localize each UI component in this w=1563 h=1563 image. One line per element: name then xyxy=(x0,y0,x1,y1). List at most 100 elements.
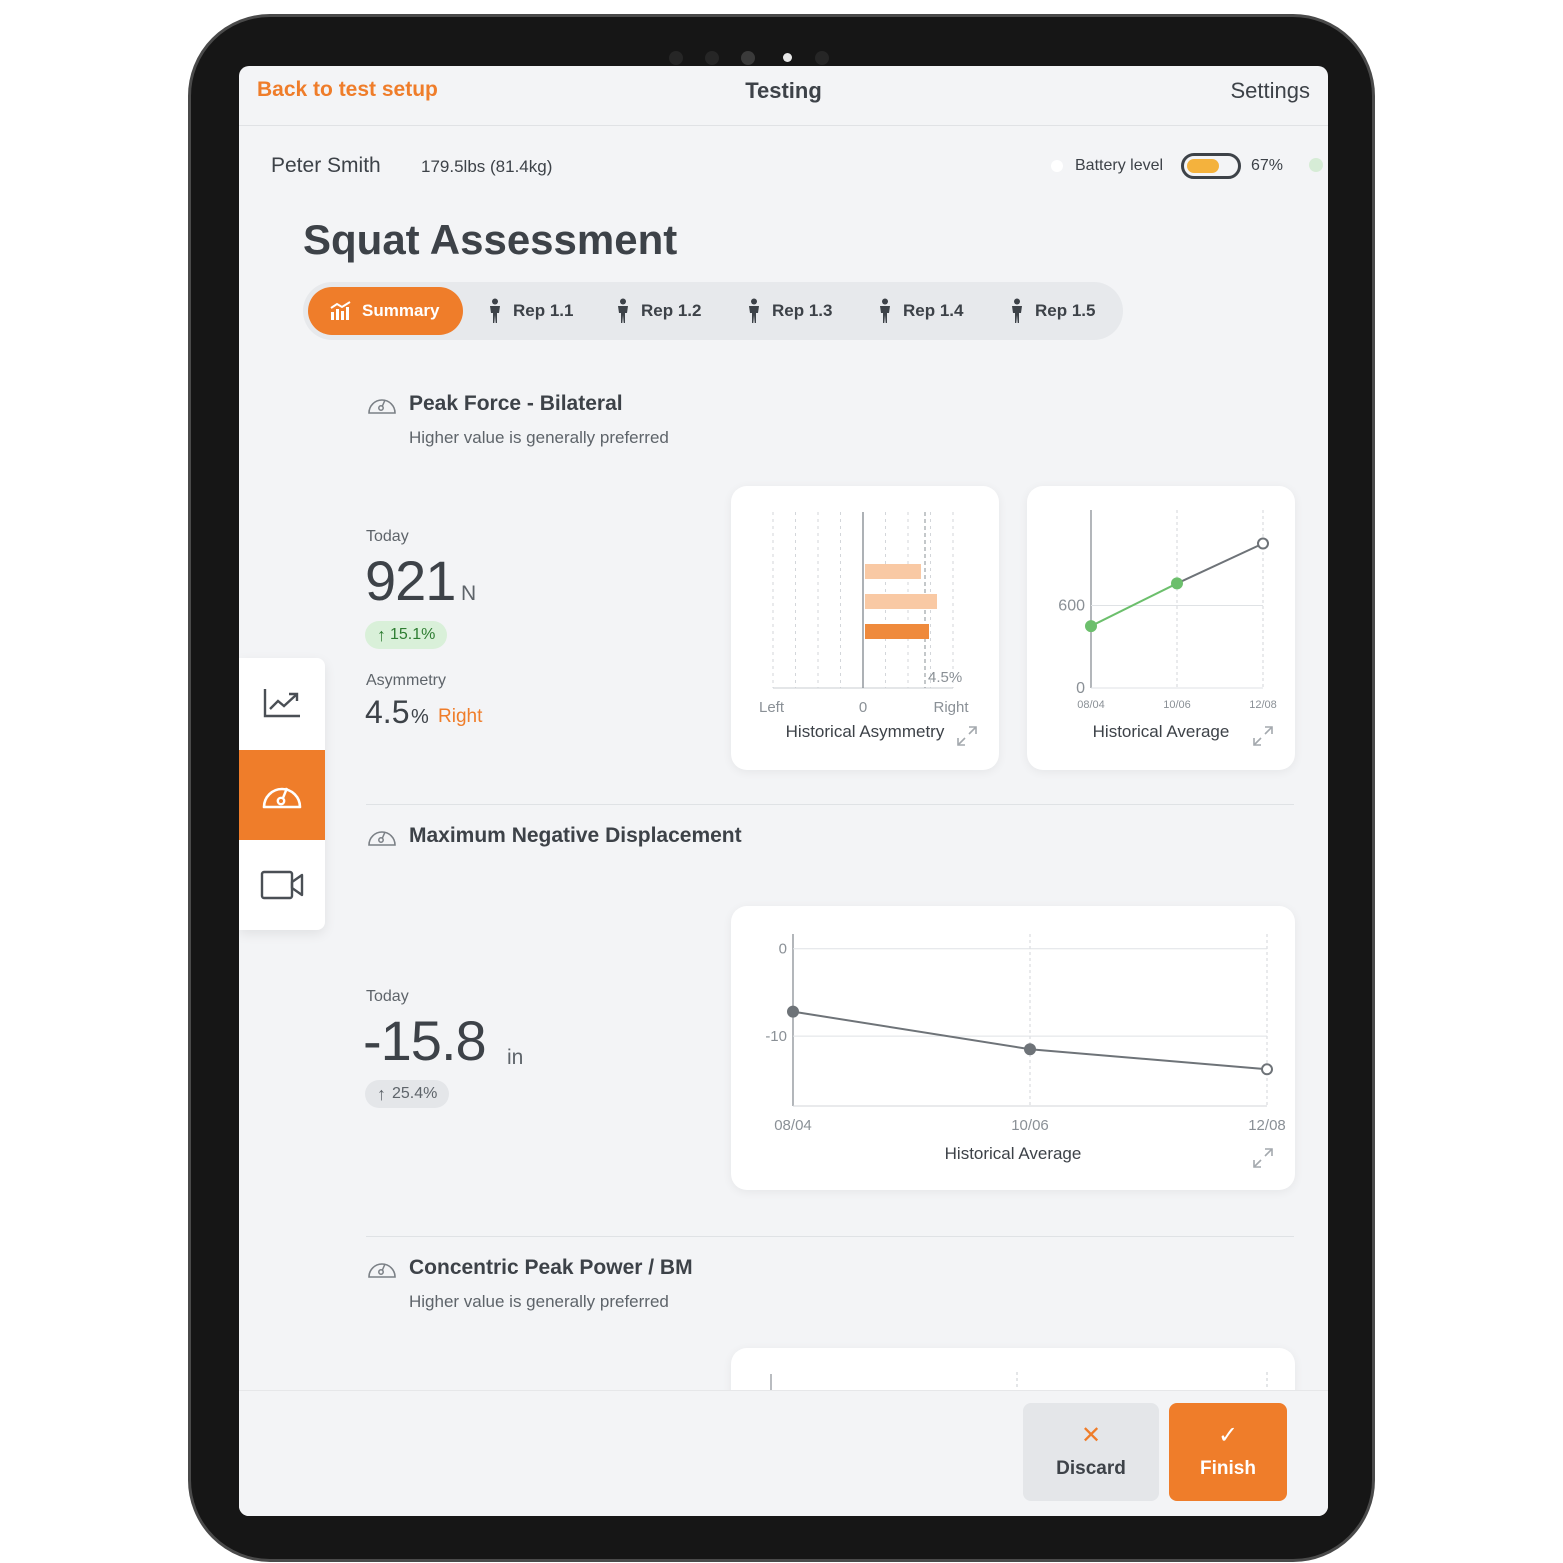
peak-force-header: Peak Force - Bilateral xyxy=(367,392,623,416)
expand-icon[interactable] xyxy=(1251,724,1275,748)
camera-led-icon xyxy=(783,53,792,62)
camera-sensor-icon xyxy=(815,51,829,65)
tab-label: Rep 1.5 xyxy=(1035,301,1096,320)
card-title: Historical Average xyxy=(944,1144,1082,1163)
x-tick-label: 10/06 xyxy=(1011,1117,1049,1134)
series-line-latest xyxy=(1029,1048,1268,1071)
person-icon xyxy=(749,298,759,323)
camera-sensor-icon xyxy=(669,51,683,65)
asymmetry-unit: % xyxy=(411,706,429,728)
tab-label: Rep 1.1 xyxy=(513,301,574,320)
gauge-icon xyxy=(368,1263,396,1278)
app-screen: Back to test setup Testing Settings Pete… xyxy=(239,66,1328,1516)
tab-rep-1-3[interactable]: Rep 1.3 xyxy=(746,287,832,335)
annotation-label: 4.5% xyxy=(928,669,962,686)
tab-rep-1-2[interactable]: Rep 1.2 xyxy=(615,287,701,335)
section-subtitle: Higher value is generally preferred xyxy=(409,428,669,447)
battery-label: Battery level xyxy=(1075,157,1164,174)
asymmetry-bar xyxy=(865,624,929,639)
neg-displacement-history-chart: 0 -10 08/04 10/06 12/08 xyxy=(765,934,1286,1134)
gauge-icon xyxy=(368,831,396,846)
battery-fill xyxy=(1187,159,1220,173)
camera-sensor-icon xyxy=(705,51,719,65)
data-point xyxy=(1171,577,1183,590)
series-line-latest xyxy=(1176,542,1264,585)
historical-asymmetry-card[interactable]: 4.5% Left 0 Right Historical Asymmetry xyxy=(731,486,999,770)
neg-displacement-change-badge: ↑ 25.4% xyxy=(365,1080,450,1108)
arrow-up-icon: ↑ xyxy=(377,624,386,645)
conc-power-header: Concentric Peak Power / BM xyxy=(367,1256,693,1280)
asymmetry-bar xyxy=(865,594,937,609)
person-icon xyxy=(618,298,628,323)
video-view-button[interactable] xyxy=(239,840,325,930)
peak-force-value: 921 xyxy=(365,549,456,612)
battery-percent: 67% xyxy=(1251,157,1284,174)
status-dot-icon xyxy=(1051,160,1063,172)
finish-button[interactable]: ✓ Finish xyxy=(1169,1403,1287,1501)
neg-displacement-unit: in xyxy=(507,1046,524,1069)
x-tick-label: 10/06 xyxy=(1163,699,1191,711)
tab-summary[interactable]: Summary xyxy=(308,287,464,335)
historical-asymmetry-chart: 4.5% Left 0 Right xyxy=(759,512,969,716)
view-mode-rail xyxy=(239,658,325,930)
y-tick-label: 0 xyxy=(779,941,787,958)
gauge-icon xyxy=(262,787,302,809)
metrics-view-button[interactable] xyxy=(239,750,325,840)
battery-icon xyxy=(1181,153,1241,179)
top-navigation-bar: Back to test setup Testing Settings xyxy=(239,66,1328,126)
check-icon: ✓ xyxy=(1217,1422,1239,1449)
tab-label: Rep 1.2 xyxy=(641,301,702,320)
page-title: Squat Assessment xyxy=(303,216,678,263)
x-tick-label: 08/04 xyxy=(1077,699,1105,711)
section-title: Concentric Peak Power / BM xyxy=(409,1256,693,1279)
athlete-weight: 179.5lbs (81.4kg) xyxy=(421,157,553,176)
section-title: Peak Force - Bilateral xyxy=(409,392,623,415)
camera-lens-icon xyxy=(741,51,755,65)
section-divider xyxy=(366,804,1294,805)
tab-rep-1-4[interactable]: Rep 1.4 xyxy=(877,287,963,335)
rep-tab-bar: Summary Rep 1.1 Rep 1.2 Rep 1.3 Rep 1.4 … xyxy=(303,282,1123,340)
historical-average-chart: 0 600 08/04 10/06 12/08 xyxy=(1058,510,1277,711)
x-tick-label: 08/04 xyxy=(774,1117,812,1134)
gauge-icon xyxy=(368,399,396,414)
close-icon: ✕ xyxy=(1080,1422,1102,1449)
asymmetry-bar xyxy=(865,564,921,579)
today-label: Today xyxy=(366,988,409,1005)
tab-rep-1-1[interactable]: Rep 1.1 xyxy=(487,287,573,335)
person-icon xyxy=(880,298,890,323)
tab-label: Summary xyxy=(362,301,440,320)
x-tick-label: 12/08 xyxy=(1249,699,1277,711)
settings-button[interactable]: Settings xyxy=(1231,78,1311,104)
historical-average-card[interactable]: 0 600 08/04 10/06 12/08 Historical Average xyxy=(1027,486,1295,770)
section-subtitle: Higher value is generally preferred xyxy=(409,1292,669,1311)
asymmetry-label: Asymmetry xyxy=(366,672,446,689)
trends-view-button[interactable] xyxy=(239,658,325,748)
data-point xyxy=(1085,620,1097,633)
x-tick-label: 12/08 xyxy=(1248,1117,1286,1134)
screen-title: Testing xyxy=(745,78,822,103)
expand-icon[interactable] xyxy=(1251,1146,1275,1170)
series-line xyxy=(1090,582,1178,627)
tablet-frame: Back to test setup Testing Settings Pete… xyxy=(188,14,1375,1562)
x-tick-label: Right xyxy=(933,699,969,716)
change-value: 15.1% xyxy=(390,626,436,643)
neg-displacement-header: Maximum Negative Displacement xyxy=(367,824,742,848)
neg-displacement-history-card[interactable]: 0 -10 08/04 10/06 12/08 Historical Average xyxy=(731,906,1295,1190)
action-footer: ✕ Discard ✓ Finish xyxy=(239,1390,1328,1516)
tab-label: Rep 1.4 xyxy=(903,301,964,320)
y-tick-label: -10 xyxy=(765,1028,787,1045)
today-label: Today xyxy=(366,528,409,545)
expand-icon[interactable] xyxy=(955,724,979,748)
data-point xyxy=(1257,537,1269,550)
arrow-up-icon: ↑ xyxy=(377,1083,386,1104)
neg-displacement-value: -15.8 xyxy=(363,1009,487,1072)
person-icon xyxy=(1012,298,1022,323)
x-tick-label: Left xyxy=(759,699,785,716)
connection-status-icon xyxy=(1309,158,1323,172)
section-divider xyxy=(366,1236,1294,1237)
tab-rep-1-5[interactable]: Rep 1.5 xyxy=(1009,287,1095,335)
data-point xyxy=(787,1005,799,1018)
peak-force-change-badge: ↑ 15.1% xyxy=(365,621,448,649)
discard-button[interactable]: ✕ Discard xyxy=(1023,1403,1159,1501)
asymmetry-side: Right xyxy=(438,706,483,727)
